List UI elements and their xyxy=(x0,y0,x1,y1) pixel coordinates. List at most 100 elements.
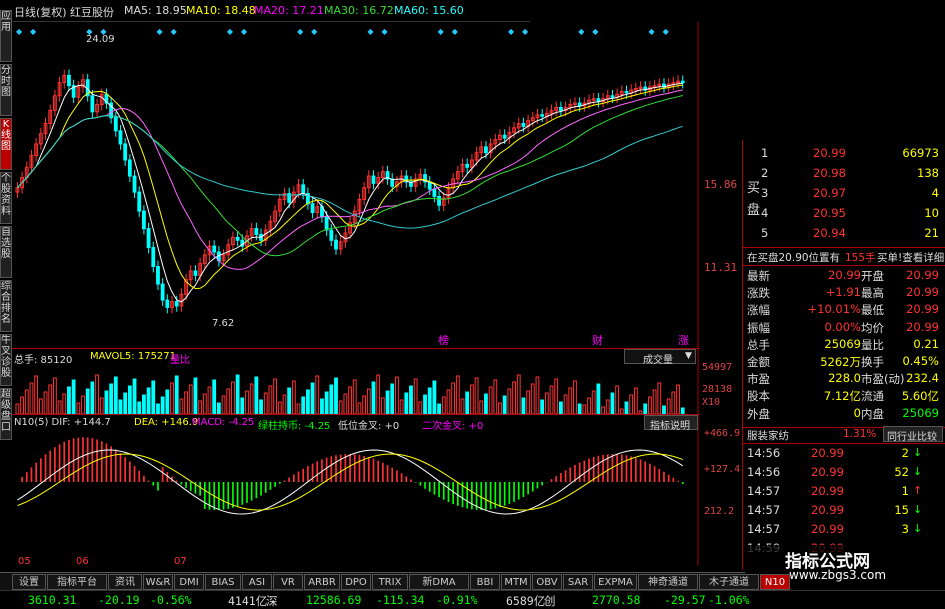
candle[interactable] xyxy=(568,98,573,114)
indicator-help-button[interactable]: 指标说明 xyxy=(644,415,698,432)
left-tab-7[interactable]: 超级盘口 xyxy=(0,388,12,440)
event-marker-2[interactable]: 财 xyxy=(592,332,603,348)
candle[interactable] xyxy=(29,149,34,174)
candle[interactable] xyxy=(127,154,132,182)
candle[interactable] xyxy=(226,238,231,261)
candle[interactable] xyxy=(160,278,165,306)
candle[interactable] xyxy=(57,76,62,102)
indicator-tab-16[interactable]: EXPMA xyxy=(594,574,637,590)
order-book-row[interactable]: 3 20.97 4 xyxy=(743,186,943,203)
candle[interactable] xyxy=(633,82,638,96)
candle[interactable] xyxy=(540,108,545,123)
candle[interactable] xyxy=(188,265,193,286)
candle[interactable] xyxy=(24,161,29,184)
order-book-row[interactable]: 2 20.98 138 xyxy=(743,166,943,183)
candle[interactable] xyxy=(526,114,531,133)
candle[interactable] xyxy=(170,295,174,314)
candle[interactable] xyxy=(423,168,427,188)
indicator-tab-2[interactable]: 资讯 xyxy=(108,574,142,590)
order-book-row[interactable]: 1 20.99 66973 xyxy=(743,146,943,163)
left-tab-4[interactable]: 自选股 xyxy=(0,226,12,278)
candle[interactable] xyxy=(409,176,413,193)
candle[interactable] xyxy=(202,249,207,270)
candle[interactable] xyxy=(343,227,348,248)
candle[interactable] xyxy=(146,222,151,254)
left-tab-3[interactable]: 个股资料 xyxy=(0,172,12,224)
candle[interactable] xyxy=(455,165,460,185)
candle[interactable] xyxy=(179,288,184,312)
candle[interactable] xyxy=(615,88,620,104)
candle[interactable] xyxy=(282,187,287,206)
candle[interactable] xyxy=(81,73,85,93)
candle[interactable] xyxy=(67,69,71,92)
candle[interactable] xyxy=(156,260,160,290)
candle[interactable] xyxy=(268,215,273,236)
candle[interactable] xyxy=(671,76,676,90)
candle[interactable] xyxy=(437,190,441,212)
candle[interactable] xyxy=(329,224,334,247)
indicator-tab-17[interactable]: 神奇通道 xyxy=(638,574,698,590)
candle[interactable] xyxy=(273,205,278,228)
candle[interactable] xyxy=(277,193,282,217)
event-marker-1[interactable]: 榜 xyxy=(438,332,449,348)
candle[interactable] xyxy=(441,192,446,212)
candle[interactable] xyxy=(371,170,376,190)
industry-compare-button[interactable]: 同行业比较 xyxy=(883,426,943,443)
indicator-tab-14[interactable]: OBV xyxy=(532,574,562,590)
chart-area[interactable]: ◆ ◆ ◆ ◆ ◆ ◆ ◆ ◆ ◆ ◆ ◆ ◆ ◆ ◆ ◆ ◆ ◆ ◆ ◆ ◆ xyxy=(12,22,700,566)
indicator-tab-11[interactable]: 新DMA xyxy=(409,574,469,590)
indicator-tab-0[interactable]: 设置 xyxy=(12,574,46,590)
candle[interactable] xyxy=(231,231,235,251)
candle[interactable] xyxy=(413,173,418,193)
indicator-tab-19[interactable]: N10 xyxy=(760,574,790,590)
candle[interactable] xyxy=(362,181,367,206)
indicator-tab-12[interactable]: BBI xyxy=(470,574,500,590)
candle[interactable] xyxy=(549,104,554,120)
order-book-row[interactable]: 4 20.95 10 xyxy=(743,206,943,223)
candle[interactable] xyxy=(432,183,437,203)
candle[interactable] xyxy=(305,187,310,210)
left-tab-1[interactable]: 分时图 xyxy=(0,64,12,116)
candle[interactable] xyxy=(418,168,423,185)
candle[interactable] xyxy=(558,101,563,117)
candle[interactable] xyxy=(385,165,390,185)
indicator-tab-8[interactable]: ARBR xyxy=(304,574,340,590)
candle[interactable] xyxy=(488,138,493,159)
event-marker-3[interactable]: 涨 xyxy=(678,332,689,348)
candle[interactable] xyxy=(507,126,512,144)
candle[interactable] xyxy=(554,101,559,117)
candle[interactable] xyxy=(137,186,142,217)
candle[interactable] xyxy=(34,138,39,162)
order-book-row[interactable]: 5 20.94 21 xyxy=(743,226,943,243)
indicator-tab-5[interactable]: BIAS xyxy=(205,574,241,590)
candle[interactable] xyxy=(315,200,320,219)
candle[interactable] xyxy=(132,170,137,198)
left-tab-2[interactable]: K线图 xyxy=(0,118,12,170)
indicator-dropdown[interactable]: 成交量 ▼ xyxy=(624,349,696,366)
candle[interactable] xyxy=(142,205,146,235)
candle[interactable] xyxy=(151,241,156,273)
candle[interactable] xyxy=(591,92,596,106)
indicator-tab-10[interactable]: TRIX xyxy=(372,574,408,590)
candle[interactable] xyxy=(479,141,484,159)
candle[interactable] xyxy=(62,69,67,89)
candle[interactable] xyxy=(301,178,306,200)
candle[interactable] xyxy=(676,75,680,89)
candle[interactable] xyxy=(165,294,170,314)
candle[interactable] xyxy=(460,158,465,178)
candle[interactable] xyxy=(338,235,343,255)
left-tab-0[interactable]: 应用 xyxy=(0,10,12,62)
indicator-tab-9[interactable]: DPO xyxy=(341,574,371,590)
candle[interactable] xyxy=(366,170,371,194)
candle[interactable] xyxy=(573,97,577,111)
candle[interactable] xyxy=(638,81,643,95)
candle[interactable] xyxy=(76,81,81,104)
candle[interactable] xyxy=(680,75,685,89)
candle[interactable] xyxy=(113,111,118,137)
candle[interactable] xyxy=(52,89,57,117)
indicator-tab-13[interactable]: MTM xyxy=(501,574,531,590)
candle[interactable] xyxy=(544,107,549,123)
candle[interactable] xyxy=(118,124,123,150)
candle[interactable] xyxy=(109,97,114,124)
indicator-tab-1[interactable]: 指标平台 xyxy=(47,574,107,590)
